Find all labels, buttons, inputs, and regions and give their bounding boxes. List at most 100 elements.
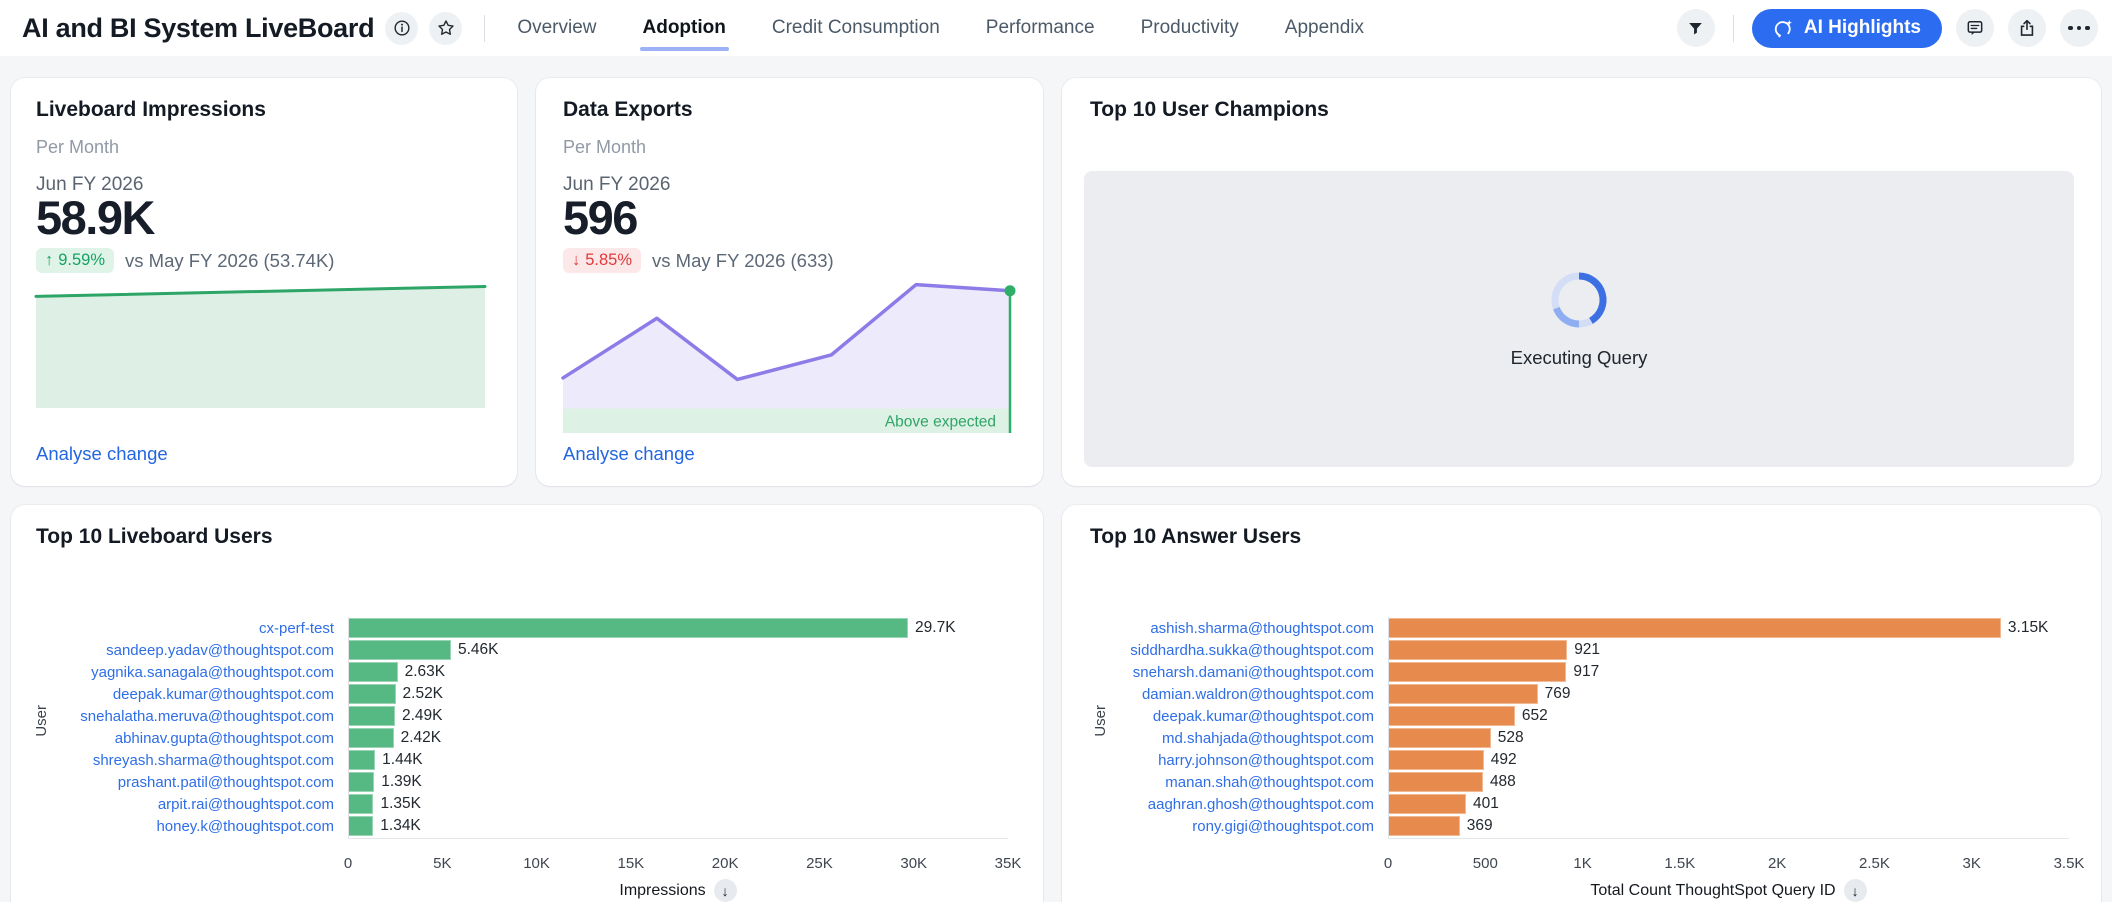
exports-sparkline: Above expected [563, 280, 1010, 433]
x-axis-caption[interactable]: Impressions ↓ [348, 879, 1008, 902]
user-label[interactable]: arpit.rai@thoughtspot.com [11, 796, 348, 813]
user-bar[interactable] [1388, 750, 1484, 770]
user-label[interactable]: honey.k@thoughtspot.com [11, 818, 348, 835]
bar-track: 528 [1388, 727, 2069, 749]
tab-overview[interactable]: Overview [517, 0, 596, 56]
analyse-change-link[interactable]: Analyse change [36, 443, 168, 465]
delta-percent: 5.85% [585, 251, 632, 270]
user-label[interactable]: md.shahjada@thoughtspot.com [1062, 730, 1388, 747]
axis-tick: 0 [344, 855, 352, 872]
user-label[interactable]: harry.johnson@thoughtspot.com [1062, 752, 1388, 769]
bar-track: 488 [1388, 771, 2069, 793]
user-label[interactable]: cx-perf-test [11, 620, 348, 637]
user-bar[interactable] [1388, 662, 1566, 682]
top-bar: AI and BI System LiveBoard OverviewAdopt… [0, 0, 2112, 56]
user-label[interactable]: yagnika.sanagala@thoughtspot.com [11, 664, 348, 681]
axis-tick: 5K [433, 855, 451, 872]
user-bar[interactable] [1388, 772, 1483, 792]
x-axis-ticks: 05001K1.5K2K2.5K3K3.5K [1388, 855, 2069, 873]
bar-value-label: 917 [1573, 663, 1599, 681]
bar-value-label: 921 [1574, 641, 1600, 659]
info-icon [392, 18, 412, 38]
user-bar[interactable] [1388, 794, 1466, 814]
x-axis-line [1388, 838, 2069, 839]
tab-appendix[interactable]: Appendix [1285, 0, 1364, 56]
bar-value-label: 369 [1467, 817, 1493, 835]
axis-tick: 3K [1963, 855, 1981, 872]
user-label[interactable]: rony.gigi@thoughtspot.com [1062, 818, 1388, 835]
analyse-change-link[interactable]: Analyse change [563, 443, 695, 465]
user-label[interactable]: sandeep.yadav@thoughtspot.com [11, 642, 348, 659]
sort-descending-icon[interactable]: ↓ [1844, 879, 1867, 902]
user-label[interactable]: snehalatha.meruva@thoughtspot.com [11, 708, 348, 725]
user-bar[interactable] [348, 684, 396, 704]
user-label[interactable]: aaghran.ghosh@thoughtspot.com [1062, 796, 1388, 813]
user-bar[interactable] [1388, 618, 2001, 638]
star-icon [436, 18, 456, 38]
user-bar[interactable] [1388, 816, 1460, 836]
tab-performance[interactable]: Performance [986, 0, 1095, 56]
bar-track: 2.63K [348, 661, 1008, 683]
user-label[interactable]: shreyash.sharma@thoughtspot.com [11, 752, 348, 769]
liveboard-impressions-card: Liveboard Impressions Per Month Jun FY 2… [11, 78, 517, 486]
user-label[interactable]: sneharsh.damani@thoughtspot.com [1062, 664, 1388, 681]
user-bar[interactable] [348, 816, 373, 836]
axis-tick: 2K [1768, 855, 1786, 872]
user-bar[interactable] [348, 772, 374, 792]
bar-value-label: 2.63K [405, 663, 446, 681]
axis-tick: 1K [1573, 855, 1591, 872]
user-label[interactable]: manan.shah@thoughtspot.com [1062, 774, 1388, 791]
x-axis-title: Total Count ThoughtSpot Query ID [1590, 882, 1835, 900]
tab-productivity[interactable]: Productivity [1141, 0, 1239, 56]
x-axis-caption[interactable]: Total Count ThoughtSpot Query ID ↓ [1388, 879, 2069, 902]
bar-value-label: 2.49K [402, 707, 443, 725]
axis-tick: 1.5K [1664, 855, 1695, 872]
chart-row: damian.waldron@thoughtspot.com769 [1062, 683, 2101, 705]
share-button[interactable] [2008, 9, 2046, 47]
data-exports-card: Data Exports Per Month Jun FY 2026 596 ↓… [536, 78, 1043, 486]
user-bar[interactable] [348, 728, 394, 748]
user-bar[interactable] [348, 640, 451, 660]
axis-tick: 2.5K [1859, 855, 1890, 872]
bar-value-label: 5.46K [458, 641, 499, 659]
user-label[interactable]: ashish.sharma@thoughtspot.com [1062, 620, 1388, 637]
delta-percent: 9.59% [58, 251, 105, 270]
user-label[interactable]: deepak.kumar@thoughtspot.com [11, 686, 348, 703]
user-bar[interactable] [348, 794, 373, 814]
user-bar[interactable] [1388, 706, 1515, 726]
chart-row: sandeep.yadav@thoughtspot.com 5.46K [11, 639, 1043, 661]
trend-arrow-icon: ↓ [572, 251, 580, 270]
bar-track: 1.39K [348, 771, 1008, 793]
y-axis-line [1388, 617, 1389, 839]
user-bar[interactable] [348, 618, 908, 638]
user-bar[interactable] [348, 750, 375, 770]
filter-button[interactable] [1677, 9, 1715, 47]
ai-highlights-button[interactable]: AI Highlights [1752, 9, 1942, 48]
user-label[interactable]: abhinav.gupta@thoughtspot.com [11, 730, 348, 747]
bar-track: 917 [1388, 661, 2069, 683]
delta-comparison: vs May FY 2026 (633) [652, 250, 834, 272]
tab-adoption[interactable]: Adoption [643, 0, 726, 56]
user-bar[interactable] [1388, 640, 1567, 660]
info-button[interactable] [385, 12, 418, 45]
user-bar[interactable] [1388, 684, 1538, 704]
user-label[interactable]: damian.waldron@thoughtspot.com [1062, 686, 1388, 703]
favorite-button[interactable] [429, 12, 462, 45]
chart-row: siddhardha.sukka@thoughtspot.com 921 [1062, 639, 2101, 661]
user-bar[interactable] [1388, 728, 1491, 748]
bar-track: 1.35K [348, 793, 1008, 815]
more-options-button[interactable] [2060, 9, 2098, 47]
tab-credit-consumption[interactable]: Credit Consumption [772, 0, 940, 56]
user-label[interactable]: prashant.patil@thoughtspot.com [11, 774, 348, 791]
user-bar[interactable] [348, 662, 398, 682]
user-bar[interactable] [348, 706, 395, 726]
x-axis-title: Impressions [619, 882, 705, 900]
user-label[interactable]: deepak.kumar@thoughtspot.com [1062, 708, 1388, 725]
card-title: Top 10 Liveboard Users [36, 525, 273, 549]
sort-descending-icon[interactable]: ↓ [714, 879, 737, 902]
kpi-delta-row: ↓ 5.85% vs May FY 2026 (633) [563, 248, 834, 273]
x-axis-line [348, 838, 1008, 839]
chart-row: arpit.rai@thoughtspot.com1.35K [11, 793, 1043, 815]
comments-button[interactable] [1956, 9, 1994, 47]
user-label[interactable]: siddhardha.sukka@thoughtspot.com [1062, 642, 1388, 659]
